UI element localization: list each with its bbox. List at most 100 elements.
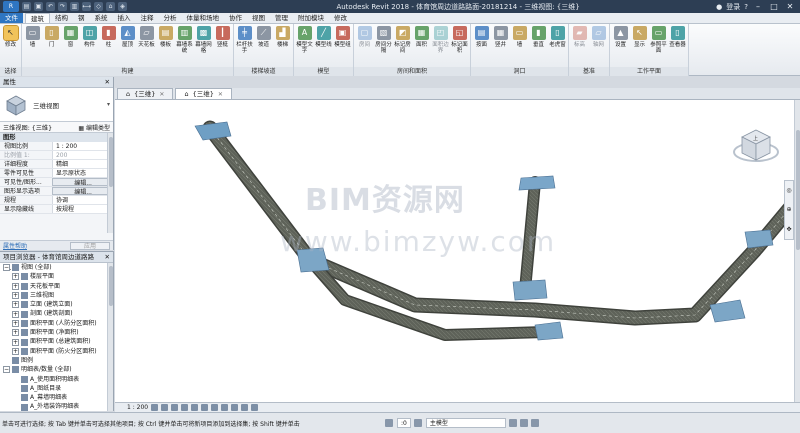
ribbon-button[interactable]: ▱ 轴网 — [589, 26, 608, 66]
property-value[interactable]: 200 — [51, 151, 113, 159]
ribbon-button[interactable]: ▲ 设置 — [611, 26, 630, 66]
property-value[interactable]: 1 : 200 — [51, 142, 113, 150]
tree-item[interactable]: + 面积平面 (防火分区面积) — [0, 347, 113, 356]
save-icon[interactable]: ▣ — [34, 2, 43, 11]
user-icon[interactable]: ● — [716, 3, 722, 11]
zoom-icon[interactable]: ⊕ — [786, 206, 791, 213]
edit-type-button[interactable]: ▦ 编辑类型 — [78, 123, 110, 132]
browser-scrollbar[interactable] — [107, 263, 113, 411]
close-tab-icon[interactable]: ✕ — [218, 89, 223, 100]
view-tab[interactable]: ⌂ {三维} ✕ — [117, 88, 174, 99]
maximize-icon[interactable]: □ — [768, 2, 780, 11]
help-icon[interactable]: ? — [744, 3, 748, 11]
leaf-icon[interactable] — [12, 394, 19, 401]
ribbon-tab[interactable]: 文件 — [0, 13, 23, 23]
ribbon-button[interactable]: ↖ 修改 — [1, 25, 20, 66]
ribbon-tab[interactable]: 视图 — [247, 13, 270, 23]
expand-icon[interactable]: + — [12, 319, 19, 327]
ribbon-button[interactable]: ╱ 模型线 — [314, 26, 333, 66]
edit-button[interactable]: 编辑... — [52, 187, 111, 195]
ribbon-button[interactable]: ╪ 栏杆扶手 — [235, 26, 254, 66]
ribbon-button[interactable]: ◭ 屋顶 — [118, 26, 137, 66]
expand-icon[interactable]: + — [12, 338, 19, 346]
ribbon-button[interactable]: ◩ 标记房间 — [393, 26, 412, 66]
ribbon-button[interactable]: ▭ 参照平面 — [649, 26, 668, 66]
tree-item[interactable]: A_使用面积明细表 — [0, 375, 113, 384]
tag-icon[interactable]: ◇ — [94, 2, 103, 11]
analytical-icon[interactable] — [251, 404, 259, 411]
minimize-icon[interactable]: – — [752, 2, 764, 11]
temp-hide-icon[interactable] — [231, 404, 239, 411]
ribbon-button[interactable]: ▮ 垂直 — [529, 26, 548, 66]
zero-field[interactable]: :0 — [397, 418, 411, 428]
ribbon-button[interactable]: ┃ 竖梃 — [213, 26, 232, 66]
property-value[interactable]: 精细 — [51, 160, 113, 168]
properties-scrollbar[interactable] — [107, 133, 113, 233]
instance-selector[interactable]: 三维视图: {三维} — [3, 123, 52, 132]
property-value[interactable]: 显示原状态 — [51, 169, 113, 177]
ribbon-button[interactable]: ▦ 面积 — [412, 26, 431, 66]
type-selector[interactable]: 三维视图 ▾ — [0, 88, 113, 122]
palette-close-icon[interactable]: ✕ — [105, 77, 110, 87]
ribbon-button[interactable]: ▟ 楼梯 — [273, 26, 292, 66]
view-tab[interactable]: ⌂ {三维} ✕ — [175, 88, 232, 100]
ribbon-button[interactable]: ▤ 楼板 — [156, 26, 175, 66]
ribbon-tab[interactable]: 结构 — [50, 13, 73, 23]
pan-icon[interactable]: ✥ — [786, 226, 791, 233]
steering-wheel-icon[interactable]: ◎ — [786, 187, 791, 194]
lock-view-icon[interactable] — [221, 404, 229, 411]
edit-button[interactable]: 编辑... — [52, 178, 111, 186]
sun-path-icon[interactable] — [171, 404, 179, 411]
expand-icon[interactable]: + — [12, 273, 19, 281]
tree-item[interactable]: + 三维视图 — [0, 291, 113, 300]
tree-item[interactable]: − 视图 (全部) — [0, 263, 113, 272]
render-icon[interactable] — [191, 404, 199, 411]
login-link[interactable]: 登录 — [726, 2, 740, 12]
ribbon-button[interactable]: ▯ 老虎窗 — [548, 26, 567, 66]
expand-icon[interactable]: + — [12, 310, 19, 318]
leaf-icon[interactable] — [3, 357, 10, 364]
print-icon[interactable]: ▥ — [70, 2, 79, 11]
ribbon-button[interactable]: ▣ 模型组 — [333, 26, 352, 66]
ribbon-button[interactable]: ▭ 墙 — [510, 26, 529, 66]
ribbon-button[interactable]: ▢ 房间 — [355, 26, 374, 66]
apply-button[interactable]: 应用 — [70, 241, 110, 250]
show-crop-icon[interactable] — [211, 404, 219, 411]
tree-item[interactable]: A_外墙装饰明细表 — [0, 402, 113, 411]
collapse-icon[interactable]: − — [3, 366, 10, 374]
design-option-icon[interactable] — [413, 419, 422, 427]
viewcube[interactable]: 上 — [730, 122, 782, 174]
app-menu-button[interactable]: R — [3, 1, 19, 12]
ribbon-button[interactable]: ▦ 窗 — [61, 26, 80, 66]
3d-view-canvas[interactable]: BIM资源网 www.bimzyw.com 上 ◎ ⊕ ✥ — [115, 100, 800, 402]
ribbon-button[interactable]: ◫ 构件 — [80, 26, 99, 66]
ribbon-button[interactable]: A 模型文字 — [295, 26, 314, 66]
collapse-icon[interactable]: − — [3, 264, 10, 272]
visual-style-icon[interactable] — [161, 404, 169, 411]
ribbon-button[interactable]: ▰ 标高 — [570, 26, 589, 66]
chevron-down-icon[interactable]: ▾ — [107, 101, 110, 108]
workset-icon[interactable] — [385, 419, 393, 427]
ribbon-button[interactable]: ▱ 天花板 — [137, 26, 156, 66]
ribbon-button[interactable]: ▩ 幕墙网格 — [194, 26, 213, 66]
tree-item[interactable]: + 天花板平面 — [0, 282, 113, 291]
section-icon[interactable]: ◈ — [118, 2, 127, 11]
measure-icon[interactable]: ⟷ — [82, 2, 91, 11]
ribbon-button[interactable]: ◱ 标记面积 — [450, 26, 469, 66]
tree-item[interactable]: A_幕墙明细表 — [0, 393, 113, 402]
ribbon-tab[interactable]: 插入 — [113, 13, 136, 23]
select-links-icon[interactable] — [508, 419, 517, 427]
ribbon-button[interactable]: ◰ 面积边界 — [431, 26, 450, 66]
leaf-icon[interactable] — [12, 376, 19, 383]
ribbon-tab[interactable]: 建筑 — [25, 13, 50, 23]
ribbon-button[interactable]: ▥ 幕墙系统 — [175, 26, 194, 66]
expand-icon[interactable]: + — [12, 282, 19, 290]
redo-icon[interactable]: ↷ — [58, 2, 67, 11]
tree-item[interactable]: + 面积平面 (人防分区面积) — [0, 319, 113, 328]
expand-icon[interactable]: + — [12, 347, 19, 355]
ribbon-tab[interactable]: 系统 — [90, 13, 113, 23]
ribbon-tab[interactable]: 注释 — [136, 13, 159, 23]
expand-icon[interactable]: + — [12, 301, 19, 309]
ribbon-button[interactable]: ▦ 竖井 — [491, 26, 510, 66]
3d-view-icon[interactable]: ⌂ — [106, 2, 115, 11]
